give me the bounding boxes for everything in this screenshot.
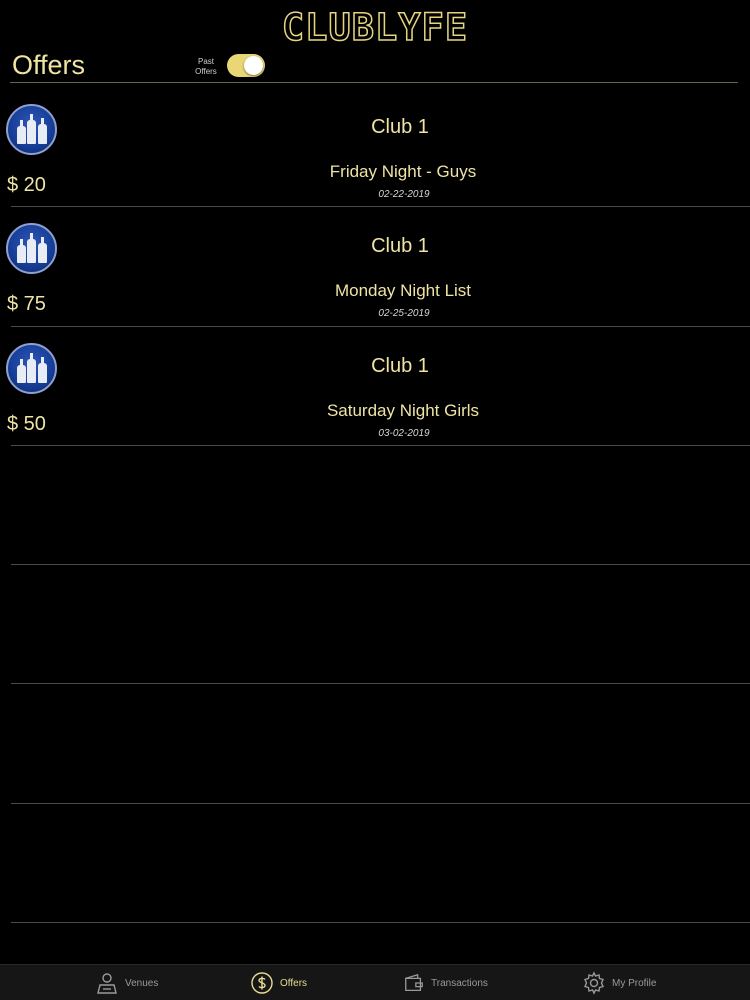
offers-list: $ 20 Club 1 Friday Night - Guys 02-22-20…: [0, 88, 750, 924]
offer-venue: Club 1: [371, 116, 429, 138]
empty-row: [0, 684, 750, 805]
tab-my-profile[interactable]: My Profile: [582, 965, 656, 1000]
dollar-icon: [251, 972, 273, 994]
venue-avatar: [6, 104, 57, 155]
tab-bar: Venues Offers Transactions My Profile: [0, 964, 750, 1000]
offer-venue: Club 1: [371, 235, 429, 258]
tab-venues[interactable]: Venues: [95, 965, 158, 1000]
venues-icon: [97, 973, 117, 994]
tab-venues-label: Venues: [125, 977, 159, 989]
offer-name: Friday Night - Guys: [329, 162, 477, 181]
tab-transactions-label: Transactions: [431, 977, 488, 989]
tab-offers[interactable]: Offers: [250, 965, 307, 1000]
past-offers-toggle[interactable]: [227, 54, 265, 77]
offer-date: 02-25-2019: [378, 308, 430, 320]
past-offers-label: Past Offers: [195, 57, 217, 76]
offer-date: 03-02-2019: [378, 427, 430, 439]
offer-row[interactable]: $ 20 Club 1 Friday Night - Guys 02-22-20…: [0, 88, 750, 208]
venue-avatar: [6, 342, 57, 394]
offer-row[interactable]: $ 50 Club 1 Saturday Night Girls 03-02-2…: [0, 327, 750, 447]
offer-name: Monday Night List: [334, 281, 472, 301]
wallet-icon: [405, 973, 423, 991]
offer-date: 02-22-2019: [378, 189, 430, 200]
offer-name: Saturday Night Girls: [326, 400, 480, 420]
app-logo: CLUBLYFE: [281, 5, 469, 50]
gear-icon: [584, 971, 604, 995]
empty-row: [0, 446, 750, 566]
tab-transactions[interactable]: Transactions: [403, 965, 488, 1000]
venue-avatar: [6, 223, 57, 275]
offer-price: $ 50: [7, 412, 46, 435]
page-title: Offers: [12, 50, 86, 80]
empty-row: [0, 804, 750, 924]
header-divider: [10, 82, 738, 83]
header: Offers Past Offers: [0, 48, 750, 84]
offer-venue: Club 1: [371, 354, 429, 377]
offer-price: $ 75: [7, 293, 46, 316]
toggle-knob: [244, 56, 263, 75]
offer-row[interactable]: $ 75 Club 1 Monday Night List 02-25-2019: [0, 207, 750, 327]
tab-my-profile-label: My Profile: [612, 977, 657, 989]
empty-row: [0, 565, 750, 685]
offer-price: $ 20: [7, 174, 46, 196]
tab-offers-label: Offers: [280, 977, 308, 989]
